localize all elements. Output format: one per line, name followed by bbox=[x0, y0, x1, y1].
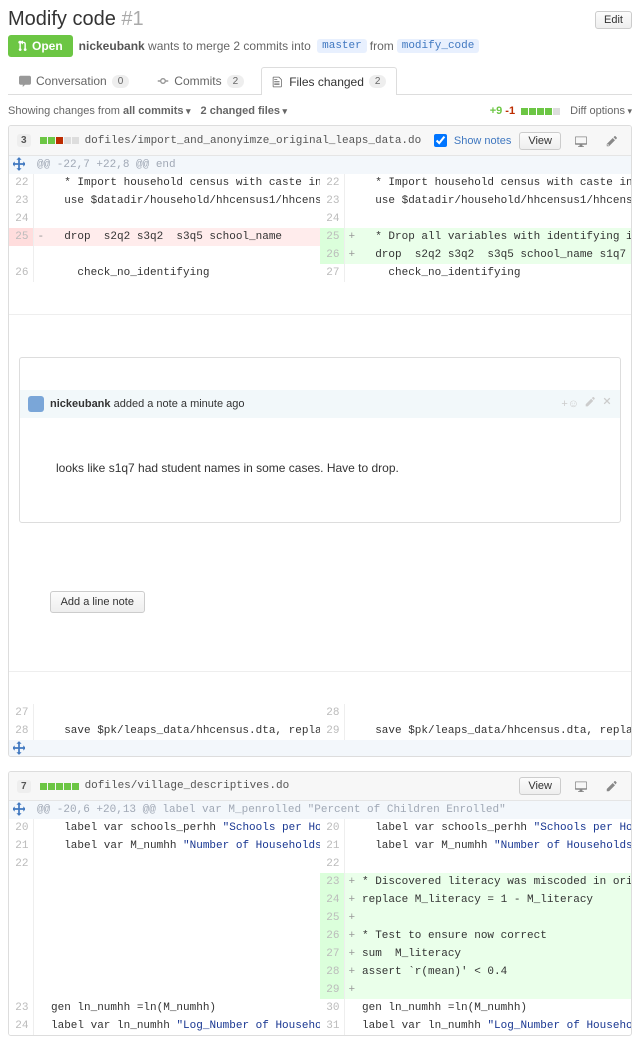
file-diff-squares bbox=[40, 783, 79, 790]
file-path[interactable]: dofiles/import_and_anonyimze_original_le… bbox=[85, 135, 422, 147]
base-branch[interactable]: master bbox=[317, 39, 367, 53]
close-icon[interactable] bbox=[602, 396, 612, 412]
file-path[interactable]: dofiles/village_descriptives.do bbox=[85, 780, 290, 792]
line-comment: nickeubank added a note a minute ago +☺ … bbox=[19, 357, 621, 523]
expand-icon[interactable] bbox=[9, 740, 33, 756]
desktop-icon[interactable] bbox=[569, 132, 593, 150]
all-commits-dropdown[interactable]: all commits bbox=[123, 105, 191, 117]
file-diff-squares bbox=[40, 137, 79, 144]
tab-commits[interactable]: Commits 2 bbox=[146, 67, 255, 94]
pr-title: Modify code bbox=[8, 8, 116, 30]
diff-indicator bbox=[521, 108, 560, 115]
pr-number: #1 bbox=[121, 8, 143, 30]
tab-conversation[interactable]: Conversation 0 bbox=[8, 67, 140, 94]
desktop-icon[interactable] bbox=[569, 777, 593, 795]
deletions-count: -1 bbox=[505, 105, 515, 117]
head-branch[interactable]: modify_code bbox=[397, 39, 480, 53]
additions-count: +9 bbox=[490, 105, 503, 117]
tab-files[interactable]: Files changed 2 bbox=[261, 67, 397, 95]
pencil-icon[interactable] bbox=[601, 132, 623, 150]
diff-options-dropdown[interactable]: Diff options bbox=[570, 105, 632, 117]
view-button[interactable]: View bbox=[519, 777, 561, 795]
show-notes-checkbox[interactable]: Show notes bbox=[430, 131, 511, 150]
pr-author[interactable]: nickeubank bbox=[79, 39, 145, 53]
add-line-note-button[interactable]: Add a line note bbox=[50, 591, 145, 613]
plus-smiley-icon[interactable]: +☺ bbox=[561, 396, 579, 412]
state-badge: Open bbox=[8, 35, 73, 57]
changed-files-dropdown[interactable]: 2 changed files bbox=[201, 105, 288, 117]
file-change-count: 3 bbox=[17, 134, 31, 147]
pencil-icon[interactable] bbox=[585, 396, 596, 412]
expand-icon[interactable] bbox=[9, 156, 33, 174]
file-change-count: 7 bbox=[17, 780, 31, 793]
pencil-icon[interactable] bbox=[601, 777, 623, 795]
edit-button[interactable]: Edit bbox=[595, 11, 632, 29]
expand-icon[interactable] bbox=[9, 801, 33, 819]
avatar bbox=[28, 396, 44, 412]
view-button[interactable]: View bbox=[519, 132, 561, 150]
